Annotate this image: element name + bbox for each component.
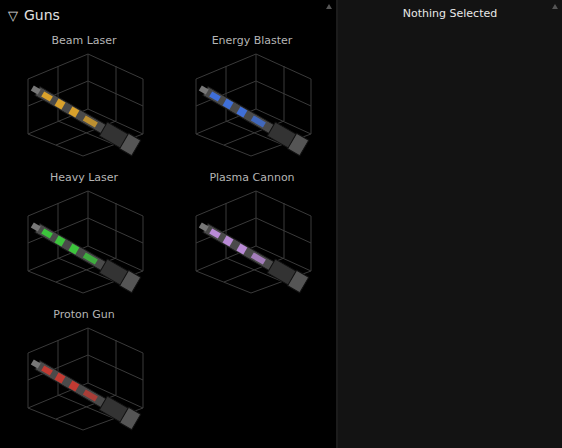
- item-browser: ▽ Guns Beam Laser Energy Blaster Heavy Laser…: [0, 0, 338, 448]
- item-grid: Beam Laser Energy Blaster Heavy Laser Plasm…: [0, 34, 336, 445]
- item-name: Plasma Cannon: [209, 171, 294, 184]
- details-panel: Nothing Selected: [338, 0, 562, 448]
- gun-icon: [186, 186, 318, 296]
- scroll-up-icon[interactable]: [326, 4, 332, 9]
- item-name: Heavy Laser: [50, 171, 118, 184]
- item-name: Proton Gun: [53, 308, 114, 321]
- item-card[interactable]: Beam Laser: [0, 34, 168, 171]
- item-name: Energy Blaster: [212, 34, 293, 47]
- item-card[interactable]: Energy Blaster: [168, 34, 336, 171]
- item-card[interactable]: Plasma Cannon: [168, 171, 336, 308]
- item-card[interactable]: Heavy Laser: [0, 171, 168, 308]
- details-title: Nothing Selected: [338, 0, 562, 20]
- gun-icon: [18, 186, 150, 296]
- category-header[interactable]: ▽ Guns: [0, 0, 336, 30]
- gun-icon: [18, 49, 150, 159]
- category-label: Guns: [24, 7, 60, 23]
- item-name: Beam Laser: [51, 34, 116, 47]
- gun-icon: [18, 323, 150, 433]
- app-window: ▽ Guns Beam Laser Energy Blaster Heavy Laser…: [0, 0, 562, 448]
- scroll-up-icon[interactable]: [552, 4, 558, 9]
- gun-icon: [186, 49, 318, 159]
- item-card[interactable]: Proton Gun: [0, 308, 168, 445]
- expand-icon[interactable]: ▽: [8, 8, 18, 23]
